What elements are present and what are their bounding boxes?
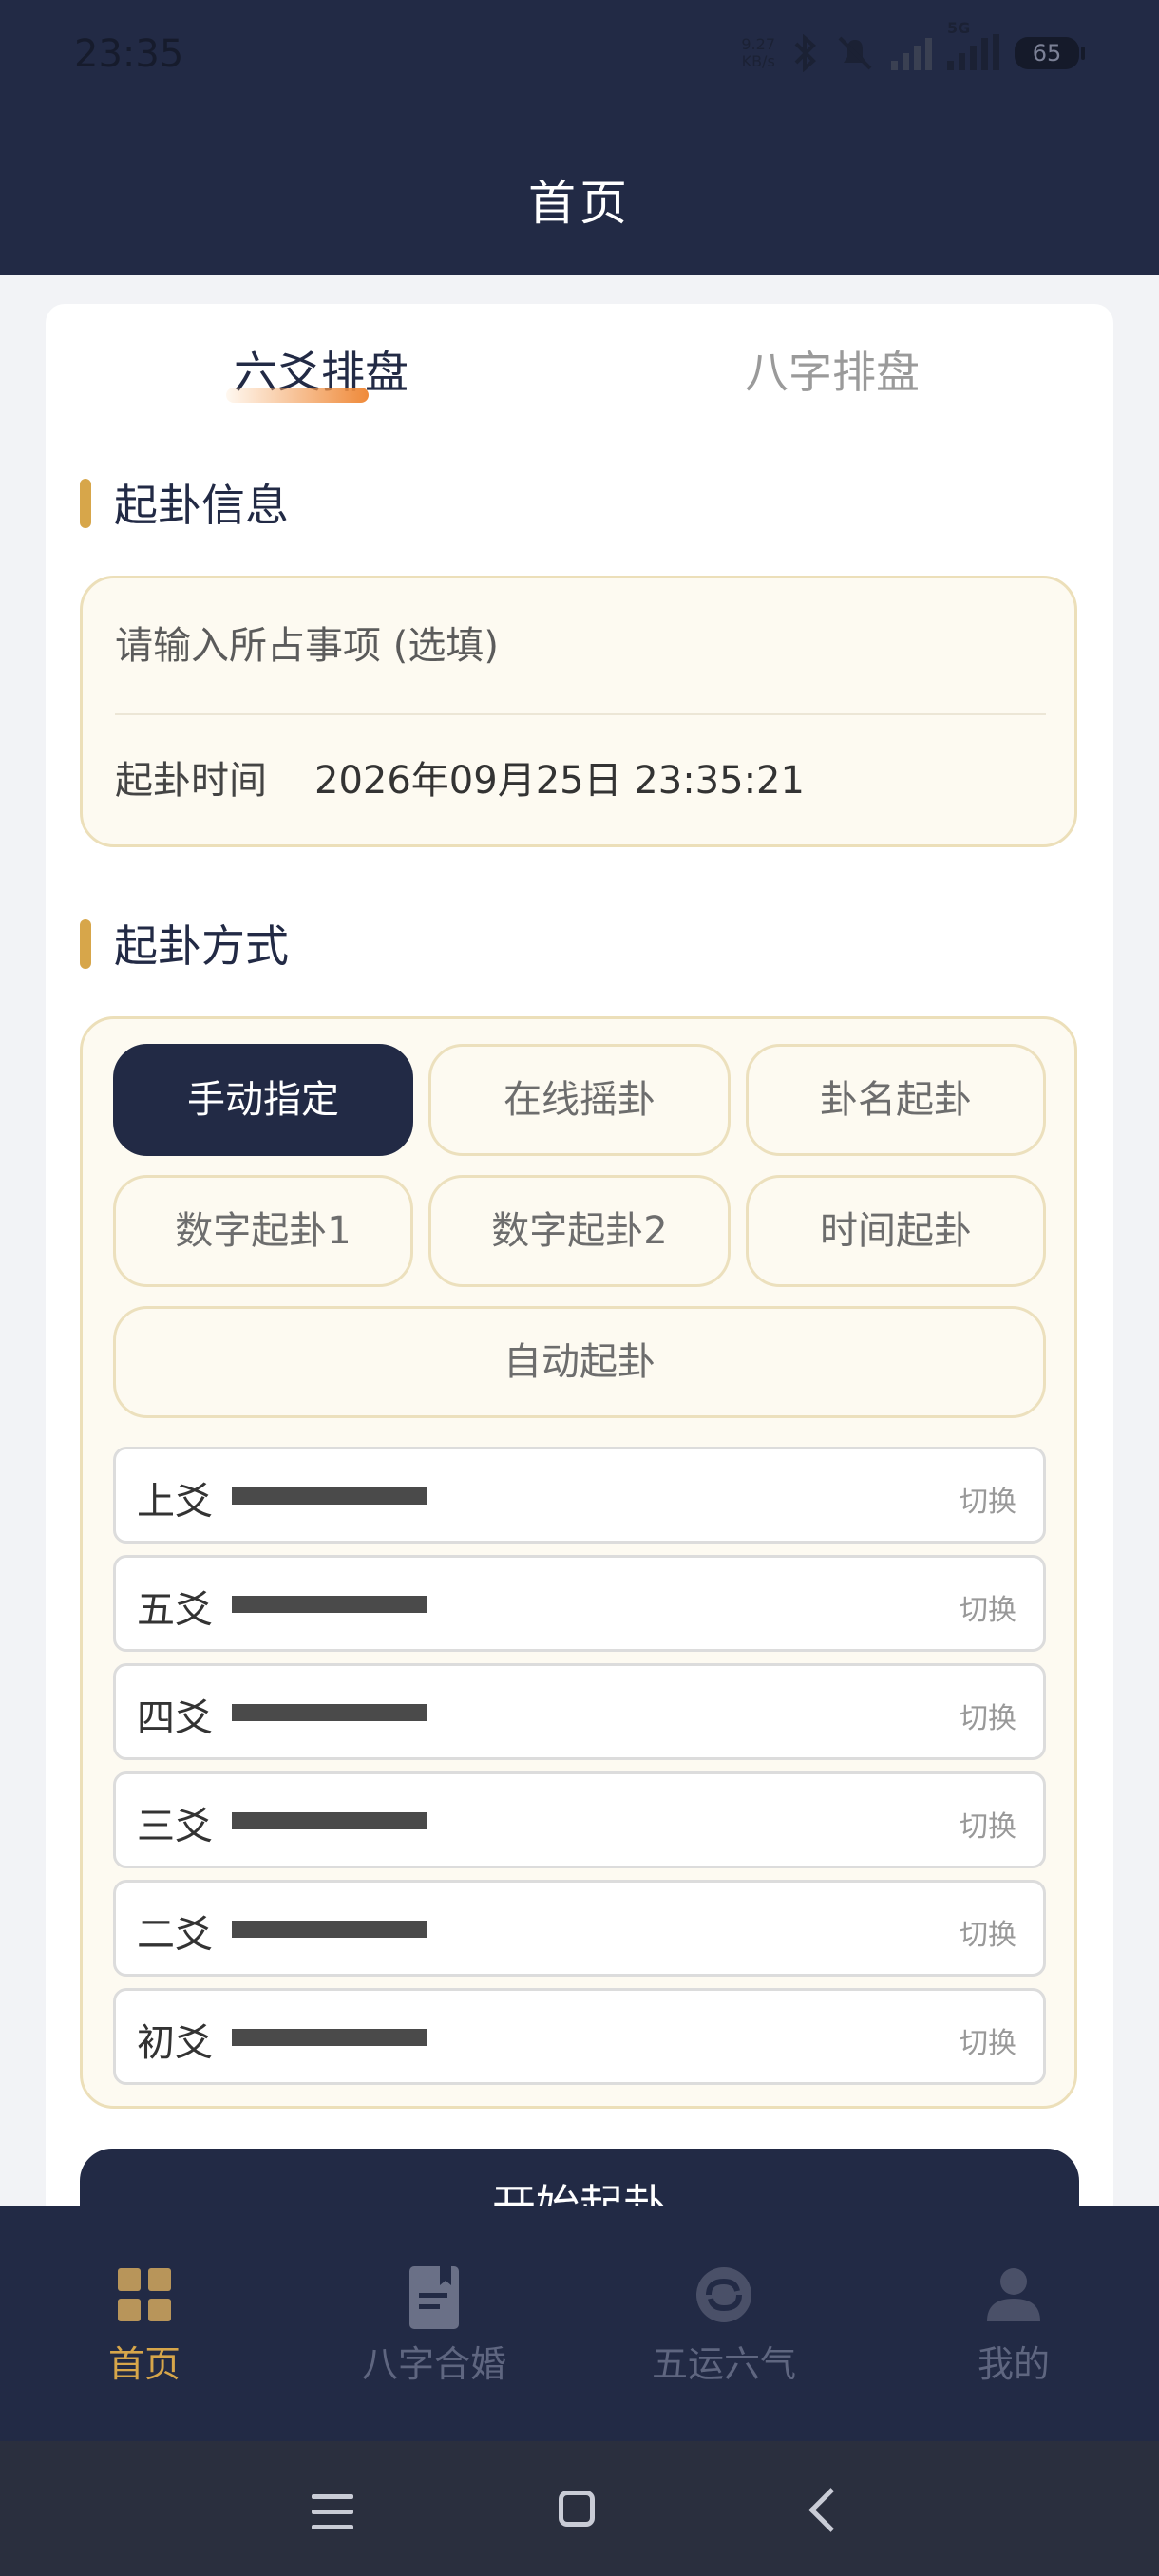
yao-switch-button[interactable]: 切换 bbox=[960, 1911, 1016, 1953]
info-box: 起卦时间 2026年09月25日 23:35:21 bbox=[80, 576, 1077, 847]
signal-5g-icon: 5G bbox=[947, 19, 999, 70]
yao-name: 二爻 bbox=[137, 1913, 213, 1957]
menu-icon[interactable] bbox=[312, 2494, 353, 2540]
yao-switch-button[interactable]: 切换 bbox=[960, 1478, 1016, 1520]
tab-label: 我的 bbox=[977, 2343, 1050, 2385]
method-online-shake-button[interactable]: 在线摇卦 bbox=[428, 1044, 731, 1156]
yao-name: 上爻 bbox=[137, 1480, 213, 1524]
page-title: 首页 bbox=[528, 176, 631, 231]
method-auto-button[interactable]: 自动起卦 bbox=[113, 1306, 1046, 1418]
net-speed: 9.27 KB/s bbox=[741, 35, 775, 70]
yao-switch-button[interactable]: 切换 bbox=[960, 1803, 1016, 1845]
tab-bazi-marriage[interactable]: 八字合婚 bbox=[339, 2266, 529, 2387]
yao-row-san: 三爻 切换 bbox=[113, 1771, 1046, 1868]
back-icon[interactable] bbox=[808, 2488, 853, 2532]
section-title-method: 起卦方式 bbox=[80, 912, 289, 975]
yang-line bbox=[232, 2029, 428, 2046]
time-value[interactable]: 2026年09月25日 23:35:21 bbox=[314, 749, 805, 805]
method-time-button[interactable]: 时间起卦 bbox=[746, 1175, 1046, 1287]
bluetooth-icon bbox=[794, 34, 816, 72]
main-card: 六爻排盘 八字排盘 起卦信息 起卦时间 2026年09月25日 23:35:21… bbox=[46, 304, 1113, 2223]
page-header: 首页 bbox=[0, 114, 1159, 275]
yao-switch-button[interactable]: 切换 bbox=[960, 1695, 1016, 1736]
section-title-info: 起卦信息 bbox=[80, 471, 289, 534]
yao-switch-button[interactable]: 切换 bbox=[960, 2019, 1016, 2061]
tab-mine[interactable]: 我的 bbox=[919, 2266, 1109, 2387]
tab-home[interactable]: 首页 bbox=[49, 2266, 239, 2387]
yao-name: 四爻 bbox=[137, 1696, 213, 1740]
book-icon bbox=[406, 2266, 463, 2329]
system-nav-bar bbox=[0, 2441, 1159, 2576]
mute-bell-icon bbox=[838, 36, 872, 70]
yao-row-si: 四爻 切换 bbox=[113, 1663, 1046, 1760]
yao-row-chu: 初爻 切换 bbox=[113, 1988, 1046, 2085]
method-number1-button[interactable]: 数字起卦1 bbox=[113, 1175, 413, 1287]
yang-line bbox=[232, 1812, 428, 1829]
tab-label: 五运六气 bbox=[651, 2343, 796, 2385]
yang-line bbox=[232, 1596, 428, 1613]
cycle-icon bbox=[695, 2266, 752, 2323]
yao-name: 三爻 bbox=[137, 1805, 213, 1848]
status-icons: 9.27 KB/s 5G 65 bbox=[741, 19, 1085, 72]
bottom-tab-bar: 首页 八字合婚 五运六气 我的 bbox=[0, 2206, 1159, 2441]
tab-wuyun-liuqi[interactable]: 五运六气 bbox=[629, 2266, 819, 2387]
tab-label: 首页 bbox=[107, 2343, 180, 2385]
user-icon bbox=[985, 2266, 1042, 2323]
yao-row-wu: 五爻 切换 bbox=[113, 1555, 1046, 1652]
tab-bazi[interactable]: 八字排盘 bbox=[745, 338, 920, 401]
yao-row-shang: 上爻 切换 bbox=[113, 1447, 1046, 1544]
tab-active-indicator bbox=[226, 388, 369, 403]
home-icon[interactable] bbox=[559, 2491, 595, 2527]
yang-line bbox=[232, 1704, 428, 1721]
signal-sim1-icon bbox=[891, 36, 932, 70]
yao-name: 五爻 bbox=[137, 1588, 213, 1632]
method-number2-button[interactable]: 数字起卦2 bbox=[428, 1175, 731, 1287]
grid-icon bbox=[116, 2266, 173, 2323]
yang-line bbox=[232, 1487, 428, 1505]
method-box: 手动指定 在线摇卦 卦名起卦 数字起卦1 数字起卦2 时间起卦 自动起卦 上爻 … bbox=[80, 1016, 1077, 2109]
yang-line bbox=[232, 1921, 428, 1938]
status-bar: 23:35 9.27 KB/s 5G 65 bbox=[0, 0, 1159, 114]
yao-switch-button[interactable]: 切换 bbox=[960, 1586, 1016, 1628]
yao-row-er: 二爻 切换 bbox=[113, 1880, 1046, 1977]
yao-name: 初爻 bbox=[137, 2021, 213, 2065]
divider bbox=[115, 713, 1046, 715]
status-time: 23:35 bbox=[74, 32, 184, 76]
method-gua-name-button[interactable]: 卦名起卦 bbox=[746, 1044, 1046, 1156]
tab-label: 八字合婚 bbox=[361, 2343, 506, 2385]
matter-input[interactable] bbox=[115, 578, 1046, 713]
battery-icon: 65 bbox=[1015, 37, 1085, 69]
time-label: 起卦时间 bbox=[115, 759, 267, 803]
method-manual-button[interactable]: 手动指定 bbox=[113, 1044, 413, 1156]
